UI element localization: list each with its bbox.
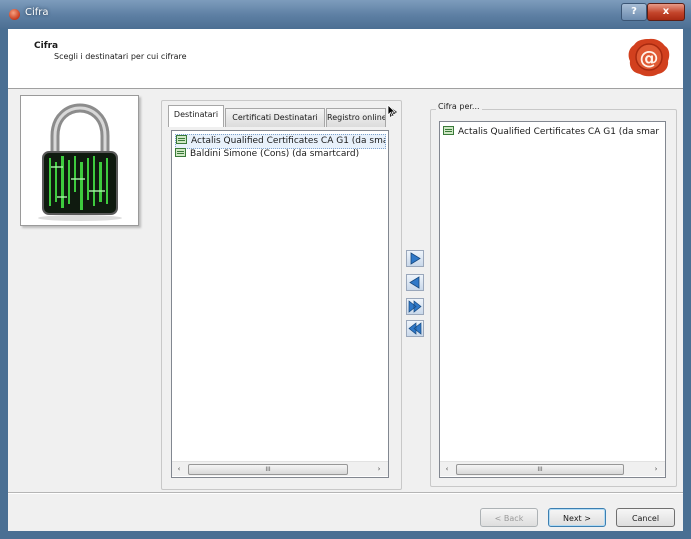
certificate-icon <box>176 135 187 144</box>
certificate-icon <box>175 148 186 157</box>
add-all-recipients-button[interactable] <box>406 298 424 315</box>
scroll-left-icon[interactable]: ‹ <box>442 464 452 474</box>
wizard-header: Cifra Scegli i destinatari per cui cifra… <box>8 29 683 89</box>
scroll-right-icon[interactable]: › <box>374 464 384 474</box>
tab-registro-online[interactable]: Registro online <box>326 108 386 127</box>
wax-seal-icon: @ <box>628 38 670 77</box>
help-button[interactable]: ? <box>621 3 647 21</box>
padlock-icon <box>38 103 122 221</box>
close-button[interactable]: x <box>647 3 685 21</box>
list-item[interactable]: Actalis Qualified Certificates CA G1 (da… <box>175 134 386 149</box>
wizard-body: Cifra Scegli i destinatari per cui cifra… <box>8 29 683 531</box>
list-item-label: Baldini Simone (Cons) (da smartcard) <box>190 149 360 159</box>
app-seal-icon <box>9 9 20 20</box>
horizontal-scrollbar[interactable]: ‹ III › <box>172 461 388 476</box>
list-item-label: Actalis Qualified Certificates CA G1 (da… <box>191 136 386 146</box>
list-item[interactable]: Baldini Simone (Cons) (da smartcard) <box>175 148 384 161</box>
certificate-icon <box>443 126 454 135</box>
remove-all-recipients-button[interactable] <box>406 320 424 337</box>
tab-destinatari[interactable]: Destinatari <box>168 105 224 127</box>
remove-arrow-icon <box>409 276 420 289</box>
back-button[interactable]: < Back <box>480 508 538 527</box>
remove-all-arrow-icon <box>408 322 422 335</box>
mouse-cursor-icon <box>387 104 396 117</box>
next-button[interactable]: Next > <box>548 508 606 527</box>
list-item[interactable]: Actalis Qualified Certificates CA G1 (da… <box>443 126 662 139</box>
dialog-window: Cifra ? x Cifra Scegli i destinatari per… <box>0 0 691 539</box>
tab-certificati-destinatari[interactable]: Certificati Destinatari <box>225 108 325 127</box>
scrollbar-thumb[interactable]: III <box>456 464 624 475</box>
scroll-right-icon[interactable]: › <box>651 464 661 474</box>
page-subtitle: Scegli i destinatari per cui cifrare <box>54 52 187 61</box>
encrypt-for-list[interactable]: Actalis Qualified Certificates CA G1 (da… <box>439 121 666 478</box>
horizontal-scrollbar[interactable]: ‹ III › <box>440 461 665 476</box>
title-bar[interactable]: Cifra ? x <box>0 0 691 28</box>
add-arrow-icon <box>410 252 421 265</box>
seal-letter: @ <box>640 47 659 69</box>
page-title: Cifra <box>34 41 59 51</box>
window-title: Cifra <box>25 7 49 18</box>
recipients-list[interactable]: Actalis Qualified Certificates CA G1 (da… <box>171 130 389 478</box>
remove-recipient-button[interactable] <box>406 274 424 291</box>
cancel-button[interactable]: Cancel <box>616 508 675 527</box>
add-all-arrow-icon <box>408 300 422 313</box>
add-recipient-button[interactable] <box>406 250 424 267</box>
scrollbar-thumb[interactable]: III <box>188 464 348 475</box>
scroll-left-icon[interactable]: ‹ <box>174 464 184 474</box>
footer-divider <box>8 492 683 494</box>
list-item-label: Actalis Qualified Certificates CA G1 (da… <box>458 127 660 137</box>
lock-image-panel <box>20 95 139 226</box>
encrypt-for-label: Cifra per... <box>436 102 482 111</box>
